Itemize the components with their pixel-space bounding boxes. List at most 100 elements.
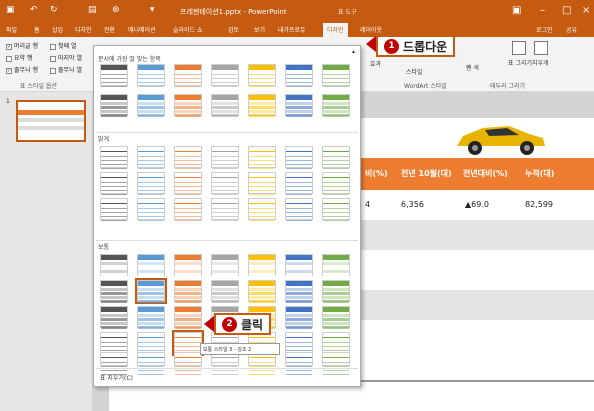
last-column-checkbox[interactable]: 마지막 열 [50, 53, 82, 62]
customize-icon[interactable]: ⊛ [112, 5, 120, 15]
table-style-swatch[interactable] [137, 94, 165, 117]
table-style-swatch[interactable] [211, 280, 239, 303]
table-style-swatch[interactable] [174, 94, 202, 117]
table-style-swatch[interactable] [137, 198, 165, 221]
table-style-swatch[interactable] [285, 146, 313, 169]
table-style-swatch[interactable] [322, 146, 350, 169]
tab-view[interactable]: 보기 [254, 25, 265, 34]
table-style-swatch[interactable] [285, 94, 313, 117]
tab-home[interactable]: 홈 [34, 25, 40, 34]
table-style-swatch[interactable] [248, 254, 276, 277]
table-style-swatch[interactable] [322, 332, 350, 355]
table-style-swatch[interactable] [100, 94, 128, 117]
pen-color-button[interactable]: 펜 색 [466, 63, 479, 72]
table-style-swatch[interactable] [322, 198, 350, 221]
table-style-swatch[interactable] [322, 64, 350, 87]
table-style-swatch[interactable] [285, 332, 313, 355]
table-style-swatch[interactable] [285, 198, 313, 221]
quick-access-icon[interactable]: ▤ [88, 5, 97, 15]
login-link[interactable]: 로그인 [536, 25, 553, 34]
table-style-swatch[interactable] [285, 352, 313, 375]
tab-layout[interactable]: 레이아웃 [360, 25, 382, 34]
table-style-swatch[interactable] [174, 254, 202, 277]
tab-review[interactable]: 검토 [228, 25, 239, 34]
draw-table-label[interactable]: 표 그리기 [508, 58, 532, 67]
table-style-swatch[interactable] [322, 352, 350, 375]
table-style-swatch[interactable] [248, 280, 276, 303]
table-style-swatch[interactable] [285, 254, 313, 277]
table-style-swatch[interactable] [100, 64, 128, 87]
table-style-swatch[interactable] [211, 198, 239, 221]
table-style-swatch[interactable] [137, 64, 165, 87]
table-style-swatch[interactable] [174, 172, 202, 195]
tab-animations[interactable]: 애니메이션 [128, 25, 156, 34]
table-style-swatch[interactable] [100, 198, 128, 221]
maximize-button[interactable]: □ [562, 5, 571, 16]
save-icon[interactable]: ▣ [6, 5, 15, 15]
table-style-swatch[interactable] [211, 64, 239, 87]
close-button[interactable]: × [582, 5, 590, 16]
table-style-swatch[interactable] [172, 330, 204, 356]
banded-columns-checkbox[interactable]: 줄무늬 열 [50, 65, 82, 74]
tab-transitions[interactable]: 전환 [104, 25, 115, 34]
tab-producer[interactable]: 내가프로듀 [278, 25, 306, 34]
slide-thumbnail[interactable] [16, 100, 86, 142]
table-style-swatch[interactable] [322, 280, 350, 303]
table-style-swatch[interactable] [248, 198, 276, 221]
table-style-swatch[interactable] [100, 332, 128, 355]
table-style-swatch[interactable] [100, 172, 128, 195]
table-style-swatch[interactable] [137, 306, 165, 329]
table-style-swatch[interactable] [100, 146, 128, 169]
table-style-swatch[interactable] [248, 172, 276, 195]
table-style-swatch[interactable] [100, 280, 128, 303]
gallery-scroll-up-icon[interactable]: ▴ [352, 48, 355, 55]
table-style-swatch[interactable] [211, 172, 239, 195]
table-style-swatch[interactable] [174, 280, 202, 303]
eraser-label[interactable]: 지우개 [532, 58, 549, 67]
table-style-swatch[interactable] [137, 352, 165, 375]
total-row-checkbox[interactable]: 요약 행 [6, 53, 32, 62]
table-style-swatch[interactable] [248, 146, 276, 169]
table-style-swatch[interactable] [322, 172, 350, 195]
table-style-swatch[interactable] [174, 198, 202, 221]
table-style-swatch[interactable] [174, 64, 202, 87]
more-icon[interactable]: ▾ [150, 5, 155, 15]
draw-table-icon[interactable] [512, 41, 526, 55]
tab-file[interactable]: 파일 [6, 25, 17, 34]
quick-styles-button[interactable]: 스타일 [406, 67, 423, 76]
table-style-swatch[interactable] [285, 172, 313, 195]
undo-icon[interactable]: ↶ [30, 5, 38, 15]
table-style-swatch[interactable] [322, 94, 350, 117]
table-style-swatch[interactable] [248, 64, 276, 87]
tab-slideshow[interactable]: 슬라이드 쇼 [173, 25, 203, 34]
table-style-swatch[interactable] [248, 94, 276, 117]
redo-icon[interactable]: ↻ [50, 5, 58, 15]
table-style-swatch[interactable] [322, 254, 350, 277]
table-style-swatch[interactable] [285, 306, 313, 329]
table-style-swatch[interactable] [137, 172, 165, 195]
table-style-swatch[interactable] [137, 254, 165, 277]
eraser-icon[interactable] [534, 41, 548, 55]
table-style-swatch[interactable] [100, 352, 128, 375]
table-style-swatch[interactable] [135, 278, 167, 304]
table-style-swatch[interactable] [100, 306, 128, 329]
table-style-swatch[interactable] [285, 280, 313, 303]
ribbon-display-icon[interactable]: ▣ [512, 5, 521, 16]
table-style-swatch[interactable] [285, 64, 313, 87]
table-style-swatch[interactable] [174, 146, 202, 169]
table-style-swatch[interactable] [174, 306, 202, 329]
table-style-swatch[interactable] [174, 352, 202, 375]
table-style-swatch[interactable] [322, 306, 350, 329]
share-button[interactable]: 공유 [566, 25, 577, 34]
table-style-swatch[interactable] [211, 94, 239, 117]
table-style-swatch[interactable] [137, 332, 165, 355]
table-style-swatch[interactable] [100, 254, 128, 277]
tab-design[interactable]: 디자인 [75, 25, 92, 34]
first-column-checkbox[interactable]: 첫째 열 [50, 41, 76, 50]
tab-table-design[interactable]: 디자인 [323, 23, 348, 37]
header-row-checkbox[interactable]: ✓ 머리글 행 [6, 41, 38, 50]
table-style-swatch[interactable] [137, 146, 165, 169]
tab-insert[interactable]: 삽입 [52, 25, 63, 34]
table-style-swatch[interactable] [211, 254, 239, 277]
effects-button[interactable]: 효과 [370, 59, 381, 68]
